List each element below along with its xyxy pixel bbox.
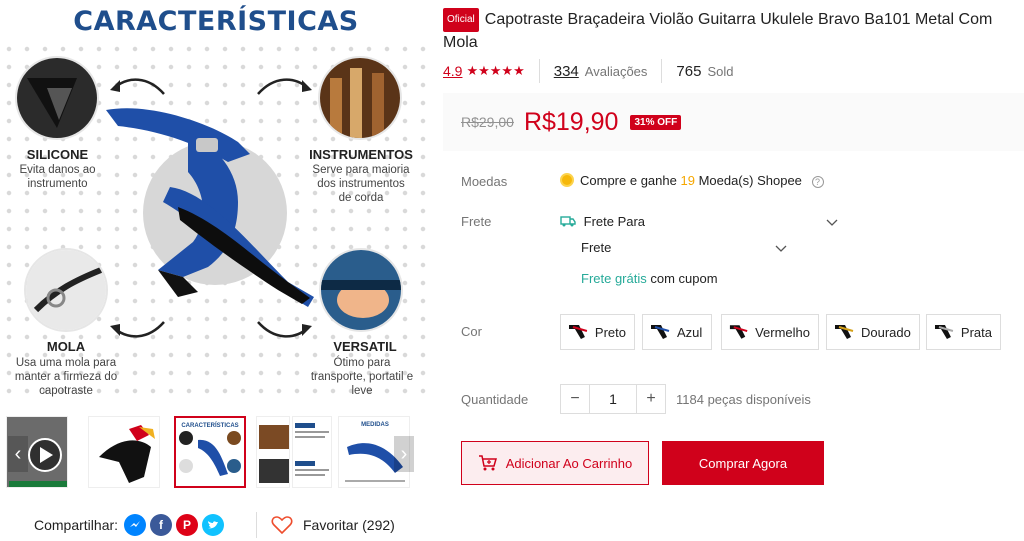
quantity-stepper: − 1 +	[560, 384, 666, 414]
spring-photo	[24, 248, 108, 332]
buy-now-label: Comprar Agora	[698, 455, 788, 471]
thumbnail-features[interactable]: CARACTERÍSTICAS	[174, 416, 246, 488]
product-stats: 4.9 ★★★★★ 334 Avaliações 765 Sold	[443, 59, 734, 83]
cart-plus-icon	[478, 455, 497, 471]
official-badge: Oficial	[443, 8, 479, 32]
instruments-photo	[318, 56, 402, 140]
discount-badge: 31% OFF	[630, 114, 682, 130]
price-section: R$29,00 R$19,90 31% OFF	[443, 93, 1024, 151]
arrow-left-bottom-icon	[110, 321, 165, 338]
quantity-input[interactable]: 1	[589, 385, 637, 413]
favorite-label: Favoritar (292)	[303, 517, 395, 533]
chevron-down-icon	[826, 219, 838, 226]
chevron-down-icon	[775, 245, 787, 252]
shipping-label: Frete	[461, 214, 492, 229]
coins-text-after: Moeda(s) Shopee	[698, 173, 802, 188]
truck-icon	[560, 216, 576, 227]
feature-desc-versatile: Ótimo para transporte, portatil e leve	[310, 357, 414, 397]
color-option-label: Vermelho	[755, 324, 810, 340]
color-option-label: Azul	[677, 324, 703, 340]
color-option-label: Preto	[594, 324, 626, 340]
color-option-azul[interactable]: Azul	[642, 314, 712, 350]
feature-title-instruments: INSTRUMENTOS	[309, 147, 413, 162]
feature-title-spring: MOLA	[46, 339, 86, 354]
thumbnail-detail[interactable]	[256, 416, 290, 488]
capo-thumbnail-icon	[651, 325, 670, 339]
silicone-photo	[15, 56, 99, 140]
product-title-row: Oficial Capotraste Braçadeira Violão Guit…	[443, 8, 1024, 54]
current-price: R$19,90	[523, 107, 619, 136]
thumbnail-measures-title: MEDIDAS	[361, 422, 389, 428]
reviews-count[interactable]: 334	[554, 63, 579, 80]
feature-desc-instruments: Serve para maioria dos instrumentos de cor…	[312, 164, 410, 204]
feature-desc-silicone: Evita danos ao instrumento	[19, 164, 96, 190]
coins-amount: 19	[680, 173, 695, 188]
share-bar: Compartilhar: f P	[34, 514, 225, 536]
color-option-prata[interactable]: Prata	[926, 314, 1001, 350]
arrow-left-top-icon	[110, 78, 165, 95]
free-shipping-row: Frete grátis com cupom	[581, 271, 718, 286]
color-option-label: Prata	[960, 324, 992, 340]
divider	[538, 59, 540, 83]
shopee-coin-icon	[560, 173, 574, 187]
favorite-button[interactable]: Favoritar (292)	[256, 512, 395, 538]
color-label: Cor	[461, 324, 482, 339]
product-main-image[interactable]: CARACTERÍSTICAS SILICONE Evita danos ao i…	[0, 0, 432, 404]
color-option-label: Dourado	[861, 324, 911, 340]
product-title: Capotraste Braçadeira Violão Guitarra Uk…	[443, 11, 993, 51]
free-shipping-rest: com cupom	[650, 271, 718, 286]
arrow-right-bottom-icon	[257, 321, 312, 338]
arrow-right-top-icon	[257, 78, 312, 95]
gallery-prev-button[interactable]: ‹	[8, 436, 28, 472]
sold-count: 765	[676, 62, 702, 80]
capo-thumbnail-icon	[729, 325, 748, 339]
shipping-fee-row[interactable]: Frete	[581, 240, 787, 255]
divider	[661, 59, 663, 83]
color-option-preto[interactable]: Preto	[560, 314, 635, 350]
free-shipping-highlight: Frete grátis	[581, 271, 647, 286]
thumbnail-black-capo[interactable]	[88, 416, 160, 488]
facebook-icon[interactable]: f	[150, 514, 173, 536]
messenger-icon[interactable]	[124, 514, 147, 536]
stock-available: 1184 peças disponíveis	[676, 392, 811, 407]
coins-label: Moedas	[461, 174, 508, 189]
twitter-icon[interactable]	[202, 514, 225, 536]
buy-now-button[interactable]: Comprar Agora	[662, 441, 824, 485]
share-label: Compartilhar:	[34, 517, 119, 533]
gallery-next-button[interactable]: ›	[394, 436, 414, 472]
shipping-to-row[interactable]: Frete Para	[560, 214, 840, 229]
heart-icon	[271, 516, 293, 535]
reviews-label: Avaliações	[584, 63, 648, 79]
shipping-fee-label: Frete	[581, 240, 612, 255]
thumbnail-text-info[interactable]	[292, 416, 332, 488]
feature-title-silicone: SILICONE	[26, 147, 89, 162]
rating-stars-icon: ★★★★★	[466, 63, 525, 78]
quantity-increase-button[interactable]: +	[637, 385, 665, 413]
thumbnail-strip: CARACTERÍSTICAS MEDIDAS	[0, 412, 432, 492]
coins-text-before: Compre e ganhe	[580, 173, 677, 188]
capo-thumbnail-icon	[568, 325, 588, 339]
coins-info: Compre e ganhe 19 Moeda(s) Shopee ?	[560, 173, 824, 188]
color-option-vermelho[interactable]: Vermelho	[721, 314, 819, 350]
quantity-decrease-button[interactable]: −	[561, 385, 589, 413]
capo-thumbnail-icon	[934, 325, 954, 339]
feature-title-versatile: VERSATIL	[333, 339, 397, 354]
capo-product-illustration	[106, 108, 314, 307]
banner-title: CARACTERÍSTICAS	[73, 6, 359, 37]
shipping-to-label: Frete Para	[583, 214, 646, 229]
rating-value[interactable]: 4.9	[443, 63, 462, 79]
quantity-label: Quantidade	[461, 392, 529, 407]
color-option-dourado[interactable]: Dourado	[826, 314, 920, 350]
capo-thumbnail-icon	[835, 325, 854, 339]
feature-desc-spring: Usa uma mola para manter a firmeza do capo…	[14, 357, 118, 397]
sold-label: Sold	[707, 63, 734, 79]
pinterest-icon[interactable]: P	[176, 514, 199, 536]
add-to-cart-button[interactable]: Adicionar Ao Carrinho	[461, 441, 649, 485]
versatile-photo	[319, 248, 403, 332]
help-icon[interactable]: ?	[811, 176, 824, 188]
add-to-cart-label: Adicionar Ao Carrinho	[505, 455, 633, 471]
thumbnail-features-title: CARACTERÍSTICAS	[181, 421, 238, 429]
original-price: R$29,00	[461, 114, 514, 130]
